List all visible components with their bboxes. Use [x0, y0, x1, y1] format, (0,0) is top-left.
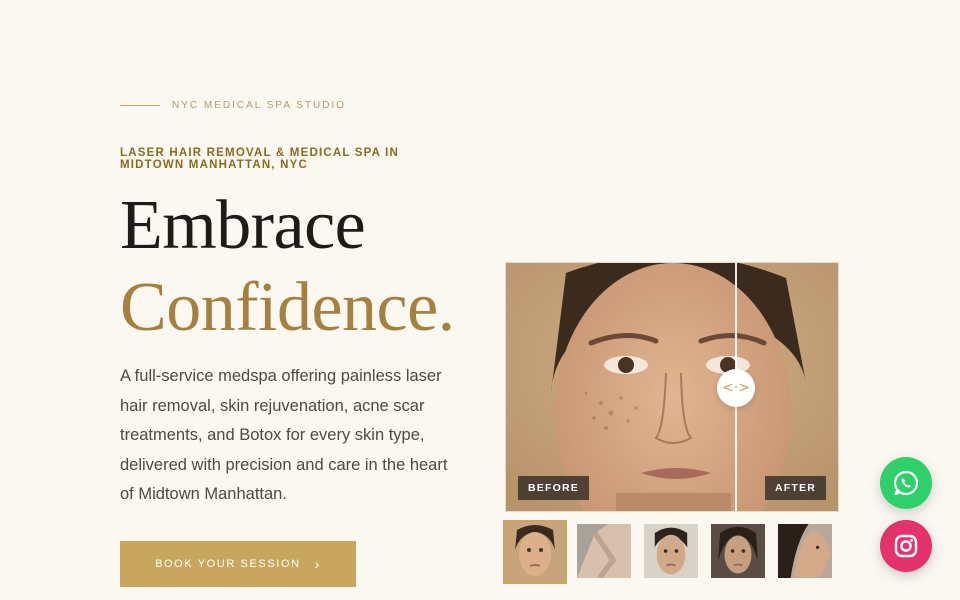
eyebrow-text: NYC MEDICAL SPA STUDIO [172, 100, 347, 111]
thumbnail-image [778, 524, 832, 578]
hero-description: A full-service medspa offering painless … [120, 367, 448, 503]
before-label: BEFORE [518, 476, 589, 500]
hero-title-line2: Confidence. [120, 269, 455, 346]
eyebrow-line [120, 105, 160, 106]
thumbnail-image [644, 524, 698, 578]
thumbnail-image [711, 524, 765, 578]
hero-title-line1: Embrace [120, 187, 366, 264]
instagram-button[interactable] [880, 520, 932, 572]
hero-subheading: LASER HAIR REMOVAL & MEDICAL SPA IN MIDT… [120, 147, 400, 171]
thumbnail-face-front-3[interactable] [708, 522, 768, 580]
book-session-label: BOOK YOUR SESSION [155, 558, 301, 570]
instagram-icon [894, 534, 918, 558]
thumbnail-face-front[interactable] [503, 520, 567, 584]
arrows-left-right-icon[interactable]: <·> [717, 369, 755, 407]
after-label: AFTER [765, 476, 826, 500]
thumbnail-image [505, 522, 565, 582]
eyebrow: NYC MEDICAL SPA STUDIO [120, 100, 346, 111]
thumbnail-underarm[interactable] [574, 522, 634, 580]
whatsapp-button[interactable] [880, 457, 932, 509]
thumbnail-face-profile[interactable] [775, 522, 835, 580]
chevron-right-icon: › [314, 556, 321, 572]
book-session-button[interactable]: BOOK YOUR SESSION › [120, 541, 356, 587]
thumbnail-image [577, 524, 631, 578]
thumbnail-strip [503, 520, 835, 584]
whatsapp-icon [893, 470, 919, 496]
before-after-image [506, 263, 838, 511]
thumbnail-face-front-2[interactable] [641, 522, 701, 580]
before-after-slider[interactable]: <·> BEFORE AFTER [505, 262, 839, 512]
